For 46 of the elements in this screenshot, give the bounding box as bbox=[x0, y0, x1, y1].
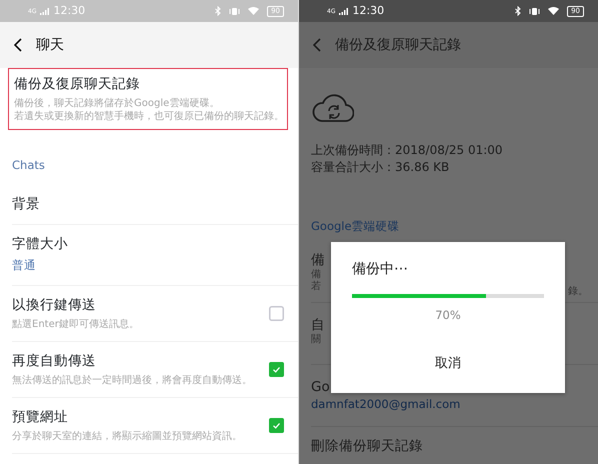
setting-title: 備 bbox=[311, 251, 325, 269]
bluetooth-icon bbox=[515, 6, 522, 16]
setting-title: 刪除備份聊天記錄 bbox=[311, 437, 423, 456]
back-icon bbox=[14, 38, 22, 52]
status-time: 12:30 bbox=[352, 2, 384, 19]
cancel-button[interactable]: 取消 bbox=[427, 350, 469, 378]
progress-percent: 70% bbox=[434, 307, 462, 324]
vibrate-icon bbox=[229, 6, 240, 16]
setting-value: 普通 bbox=[12, 257, 37, 274]
setting-title: 備份及復原聊天記錄 bbox=[14, 75, 141, 93]
checkbox[interactable] bbox=[269, 362, 284, 376]
screen-title: 備份及復原聊天記錄 bbox=[335, 36, 461, 54]
setting-title: 自 bbox=[311, 316, 325, 334]
setting-description: 錄。 bbox=[568, 286, 588, 298]
setting-description: 無法傳送的訊息於一定時間過後，將會再度自動傳送。 bbox=[12, 374, 253, 386]
setting-description: damnfat2000@gmail.com bbox=[311, 396, 460, 412]
setting-title: 字體大小 bbox=[12, 235, 69, 254]
wifi-icon bbox=[248, 7, 260, 15]
vibrate-icon bbox=[529, 6, 540, 16]
setting-description: 分享於聊天室的連結，將顯示縮圖並預覽網站資訊。 bbox=[12, 430, 243, 442]
signal-icon bbox=[40, 8, 50, 14]
setting-description: 備 bbox=[311, 269, 321, 280]
section-label: Google雲端硬碟 bbox=[310, 218, 401, 235]
dialog-title: 備份中⋯ bbox=[352, 260, 409, 279]
setting-description: 關 bbox=[311, 334, 321, 346]
backup-info: 上次備份時間：2018/08/25 01:00 bbox=[310, 142, 504, 159]
setting-description: 若 bbox=[311, 281, 321, 294]
checkbox[interactable] bbox=[269, 418, 284, 432]
setting-title: 背景 bbox=[12, 195, 41, 214]
checkbox[interactable] bbox=[269, 306, 284, 320]
setting-description: 備份後，聊天記錄將儲存於Google雲端硬碟。 bbox=[14, 97, 220, 110]
back-icon bbox=[313, 38, 321, 52]
bluetooth-icon bbox=[215, 6, 222, 16]
section-label: Chats bbox=[11, 157, 46, 174]
setting-description: 點選Enter鍵即可傳送訊息。 bbox=[12, 318, 140, 330]
wifi-icon bbox=[548, 7, 560, 15]
setting-description: 若遺失或更換新的智慧手機時，也可復原已備份的聊天記錄。 bbox=[14, 110, 282, 123]
setting-title: 預覽網址 bbox=[12, 408, 69, 426]
setting-title: 以換行鍵傳送 bbox=[12, 296, 97, 314]
screen-title: 聊天 bbox=[36, 36, 64, 54]
status-time: 12:30 bbox=[53, 2, 86, 19]
backup-info: 容量合計大小：36.86 KB bbox=[310, 159, 450, 176]
signal-icon bbox=[339, 8, 348, 14]
cloud-sync-icon bbox=[312, 94, 354, 122]
setting-title: 再度自動傳送 bbox=[12, 352, 97, 370]
setting-title: Go bbox=[311, 378, 330, 396]
